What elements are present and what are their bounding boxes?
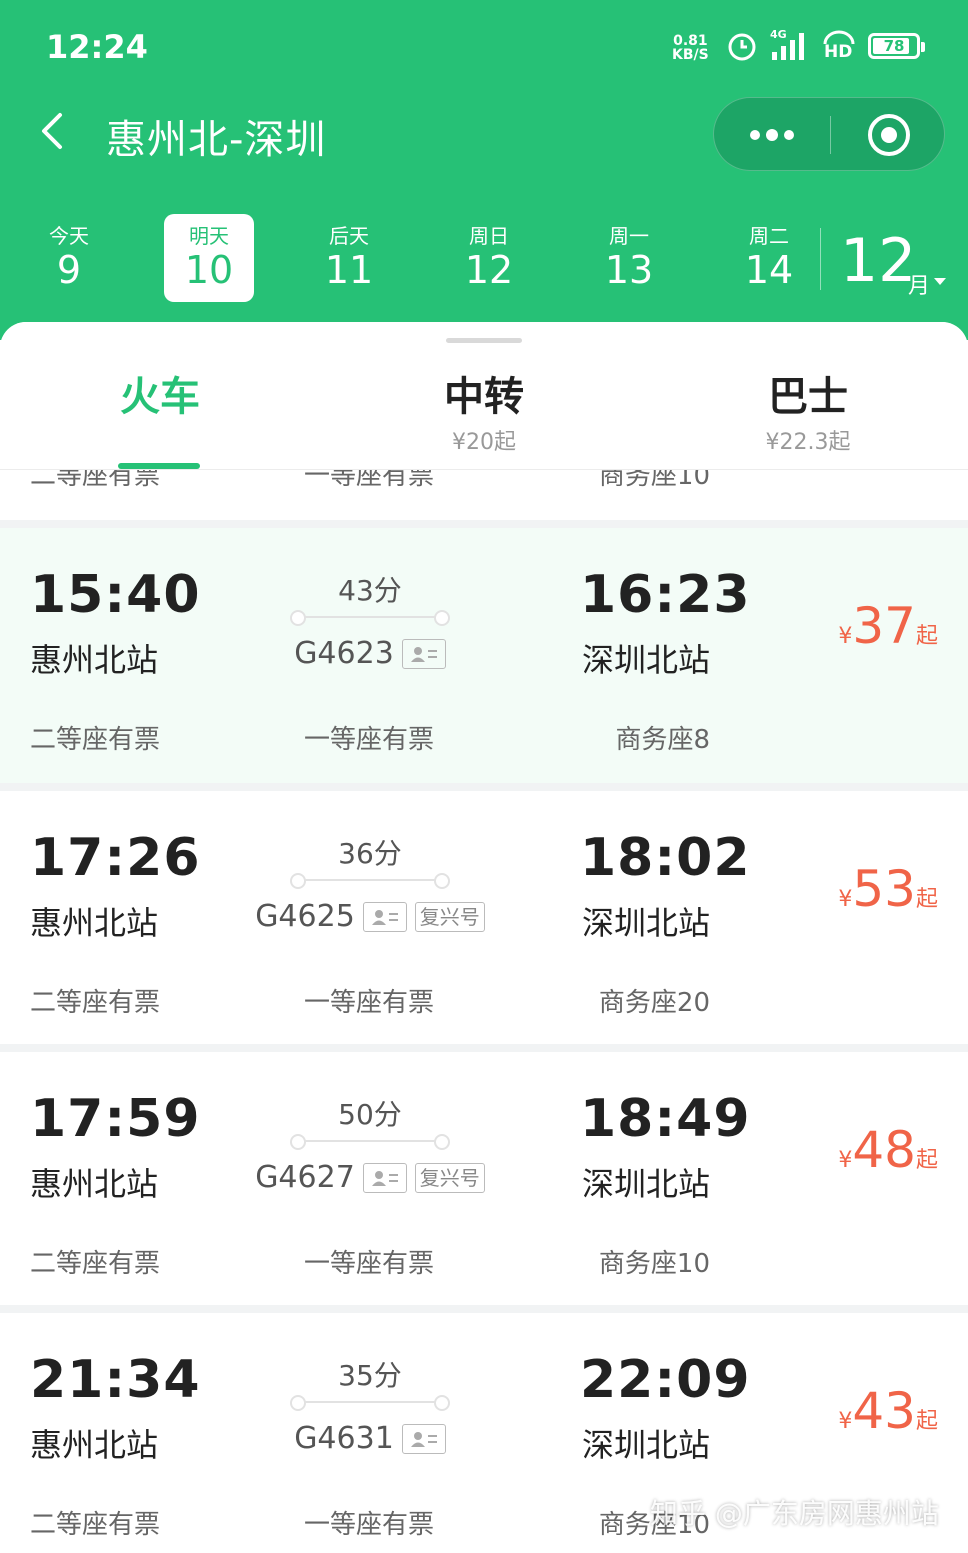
price: ¥37起 bbox=[838, 597, 938, 655]
watermark: 知乎 @广东房网惠州站 bbox=[650, 1497, 939, 1530]
drag-handle[interactable] bbox=[446, 338, 522, 343]
row-separator bbox=[0, 783, 968, 791]
id-card-icon bbox=[362, 902, 407, 932]
net-speed: 0.81 KB/S bbox=[672, 33, 709, 63]
more-button[interactable] bbox=[714, 98, 830, 172]
status-icons: 4G HD 78 bbox=[726, 28, 925, 62]
date-item-0[interactable]: 今天 9 bbox=[24, 214, 114, 302]
train-row[interactable]: 17:59 惠州北站 50分 G4627 复兴号 18:49 深圳北站 ¥48起… bbox=[0, 1052, 968, 1307]
duration-line bbox=[290, 873, 450, 889]
alarm-icon bbox=[728, 33, 756, 61]
price: ¥43起 bbox=[838, 1382, 938, 1440]
tab-transfer[interactable]: 中转 ¥20起 bbox=[354, 370, 614, 458]
row-separator bbox=[0, 1044, 968, 1052]
tab-bus[interactable]: 巴士 ¥22.3起 bbox=[678, 370, 938, 458]
row-separator bbox=[0, 520, 968, 528]
tab-active-indicator bbox=[118, 463, 200, 469]
date-item-4[interactable]: 周一 13 bbox=[584, 214, 674, 302]
more-dots-icon bbox=[750, 129, 794, 141]
train-number-group: G4625 复兴号 bbox=[230, 897, 510, 937]
fuxing-badge: 复兴号 bbox=[414, 1163, 485, 1193]
month-divider bbox=[820, 228, 821, 290]
page-title: 惠州北-深圳 bbox=[106, 117, 327, 163]
date-item-3[interactable]: 周日 12 bbox=[444, 214, 534, 302]
duration-line bbox=[290, 610, 450, 626]
row-separator bbox=[0, 1305, 968, 1313]
duration-line bbox=[290, 1395, 450, 1411]
id-card-icon bbox=[362, 1163, 407, 1193]
fuxing-badge: 复兴号 bbox=[414, 902, 485, 932]
hd-icon: HD bbox=[822, 30, 856, 62]
price: ¥53起 bbox=[838, 860, 938, 918]
train-number-group: G4631 bbox=[230, 1419, 510, 1459]
mini-program-capsule bbox=[713, 97, 945, 171]
status-bar: 12:24 0.81 KB/S 4G HD 78 bbox=[0, 0, 968, 95]
duration-line bbox=[290, 1134, 450, 1150]
date-item-2[interactable]: 后天 11 bbox=[304, 214, 394, 302]
status-time: 12:24 bbox=[46, 28, 148, 66]
month-selector[interactable]: 12 月 bbox=[820, 220, 968, 300]
price: ¥48起 bbox=[838, 1121, 938, 1179]
caret-down-icon bbox=[934, 278, 946, 285]
date-item-5[interactable]: 周二 14 bbox=[724, 214, 814, 302]
train-number-group: G4627 复兴号 bbox=[230, 1158, 510, 1198]
date-item-1[interactable]: 明天 10 bbox=[164, 214, 254, 302]
date-selector: 今天 9 明天 10 后天 11 周日 12 周一 13 周二 14 12 月 bbox=[0, 210, 968, 306]
chevron-left-icon bbox=[42, 113, 62, 149]
train-row[interactable]: 17:26 惠州北站 36分 G4625 复兴号 18:02 深圳北站 ¥53起… bbox=[0, 791, 968, 1046]
train-number-group: G4623 bbox=[230, 634, 510, 674]
close-button[interactable] bbox=[831, 98, 946, 172]
nav-bar: 惠州北-深圳 bbox=[0, 95, 968, 175]
results-sheet: 火车 中转 ¥20起 巴士 ¥22.3起 二等座有票 一等座有票 商务座10 1… bbox=[0, 322, 968, 1553]
battery-icon: 78 bbox=[868, 33, 925, 59]
id-card-icon bbox=[401, 639, 446, 669]
transport-tabs: 火车 中转 ¥20起 巴士 ¥22.3起 bbox=[0, 322, 968, 470]
train-row[interactable]: 15:40 惠州北站 43分 G4623 16:23 深圳北站 ¥37起 二等座… bbox=[0, 528, 968, 783]
tab-train[interactable]: 火车 bbox=[30, 370, 290, 424]
target-close-icon bbox=[867, 114, 910, 156]
id-card-icon bbox=[401, 1424, 446, 1454]
signal-icon: 4G bbox=[770, 28, 810, 62]
back-button[interactable] bbox=[34, 111, 74, 151]
